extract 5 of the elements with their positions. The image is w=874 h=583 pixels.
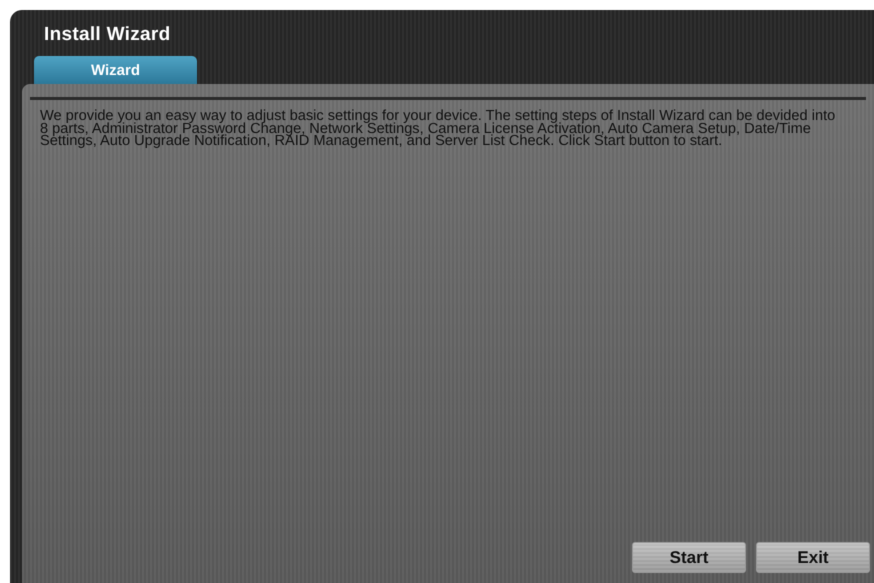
exit-button[interactable]: Exit xyxy=(756,542,870,573)
start-button[interactable]: Start xyxy=(632,542,746,573)
description-text: We provide you an easy way to adjust basic settings for your device. The setting steps of Install Wizard can be devided into 8 parts, Administrator Password Change, Network Settings, Camera License Activation, Auto Camera Setup, Date/Time Settings, Auto Upgrade Notification, RAID Management, and Server List Check. Click Start button to start. xyxy=(40,110,836,148)
window-title: Install Wizard xyxy=(44,24,172,47)
wizard-tab[interactable]: Wizard xyxy=(34,56,197,84)
